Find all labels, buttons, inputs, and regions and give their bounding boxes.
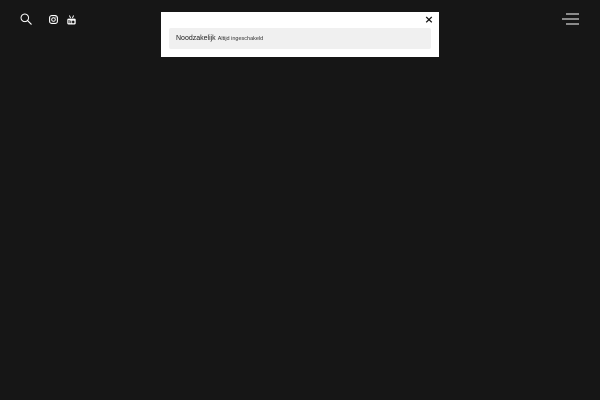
cookie-category-necessary[interactable]: Noodzakelijk Altijd ingeschakeld xyxy=(169,28,431,49)
page: × Noodzakelijk Altijd ingeschakeld xyxy=(0,0,600,400)
youtube-icon[interactable] xyxy=(67,15,76,25)
cookie-category-title: Noodzakelijk xyxy=(176,35,216,42)
close-icon[interactable]: × xyxy=(424,14,434,25)
hamburger-menu-icon[interactable] xyxy=(562,13,579,25)
search-icon[interactable] xyxy=(20,13,32,25)
cookie-category-status: Altijd ingeschakeld xyxy=(217,35,264,42)
instagram-icon[interactable] xyxy=(49,15,58,24)
cookie-preferences-modal: × Noodzakelijk Altijd ingeschakeld xyxy=(161,12,439,57)
